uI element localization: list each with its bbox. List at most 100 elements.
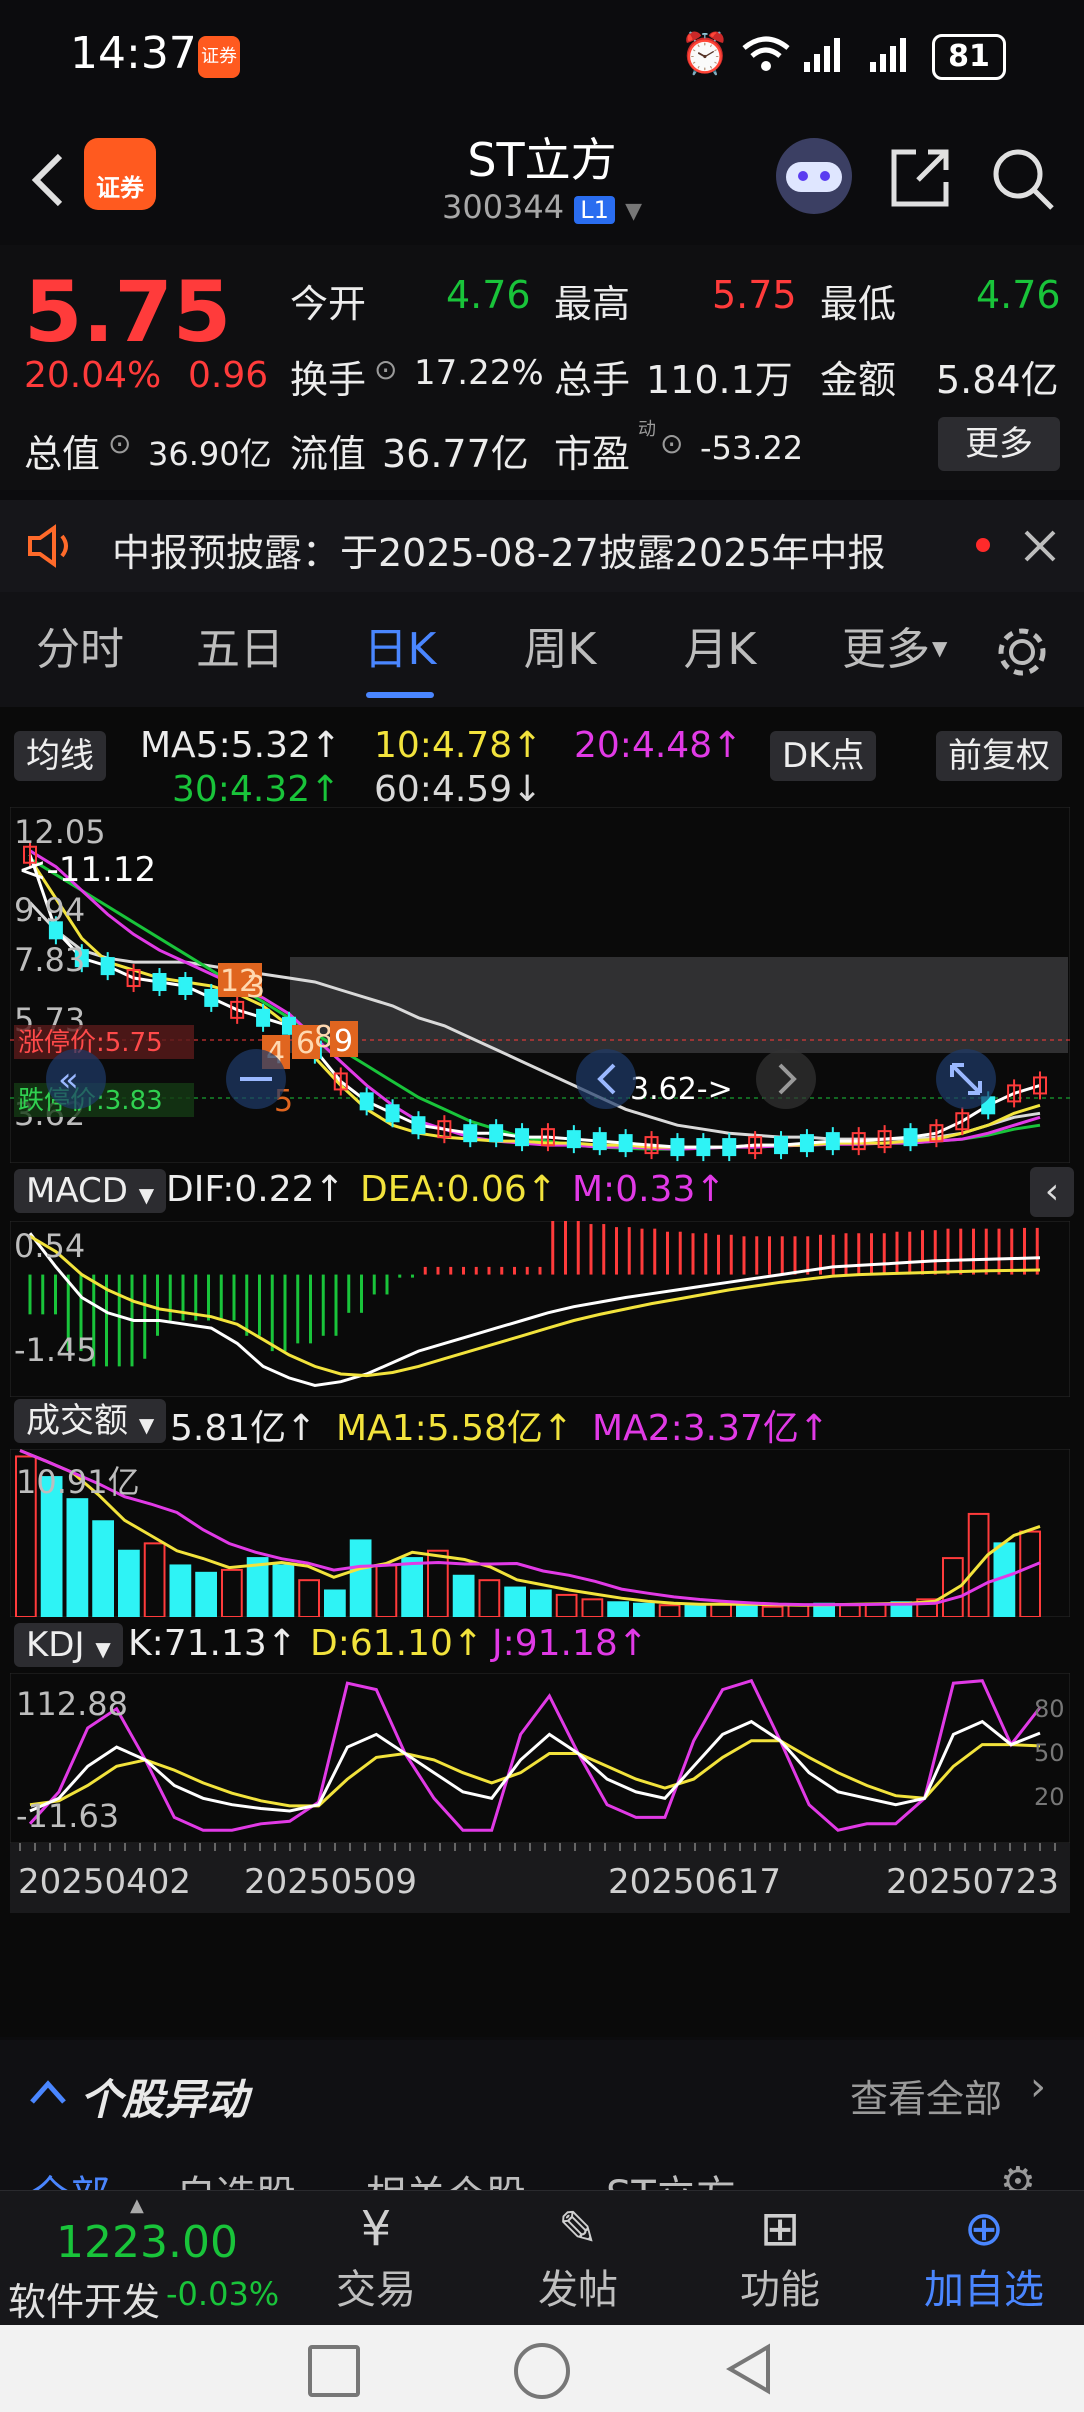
dk-point-button[interactable]: DK点 — [770, 731, 877, 781]
sector-index-widget[interactable]: ▲ 1223.00 软件开发 -0.03% — [0, 2191, 300, 2326]
candle-body — [592, 1132, 607, 1151]
share-icon[interactable] — [888, 146, 952, 210]
tab-five-day[interactable]: 五日 — [180, 592, 300, 707]
candle-body — [825, 1132, 840, 1151]
pe-superscript: 动 — [638, 419, 656, 440]
search-icon[interactable] — [990, 146, 1056, 212]
candle-body — [178, 976, 193, 995]
scroll-right-button[interactable] — [756, 1049, 816, 1109]
x-axis: 20250402 20250509 20250617 20250723 — [10, 1843, 1070, 1913]
activity-subtabs: 全部 自选股 相关个股 ST立方 ⚙ — [0, 2145, 1084, 2190]
candle-body — [670, 1138, 685, 1157]
low-value: 4.76 — [976, 273, 1061, 317]
tab-monthly-k[interactable]: 月K — [660, 592, 780, 707]
battery-indicator: 81 — [932, 34, 1006, 80]
adjust-button[interactable]: 前复权 — [936, 731, 1062, 781]
active-tab-indicator — [366, 692, 434, 698]
subtab-related[interactable]: 相关个股 — [366, 2163, 526, 2190]
tab-more[interactable]: 更多 — [826, 592, 946, 707]
ma-button[interactable]: 均线 — [14, 731, 106, 781]
filter-gear-icon[interactable]: ⚙ — [1000, 2159, 1036, 2190]
tab-daily-k[interactable]: 日K — [340, 592, 460, 707]
home-icon[interactable] — [514, 2343, 570, 2399]
volume-bar — [324, 1589, 346, 1617]
candle-body — [618, 1134, 633, 1153]
float-cap-value: 36.77亿 — [382, 432, 529, 476]
back-nav-icon[interactable] — [722, 2341, 774, 2397]
max-price-annotation: <-11.12 — [18, 850, 156, 890]
info-icon[interactable]: ⊙ — [660, 427, 683, 460]
chevron-right-icon: › — [1030, 2064, 1046, 2110]
trade-icon: ¥ — [360, 2201, 392, 2257]
macd-label: MACD — [26, 1171, 128, 1211]
subtab-stock[interactable]: ST立方 — [606, 2163, 736, 2190]
dropdown-icon[interactable]: ▼ — [625, 199, 642, 224]
scroll-left-button[interactable] — [576, 1049, 636, 1109]
pe-value: -53.22 — [700, 429, 804, 467]
market-cap-label: 总值 — [24, 432, 101, 476]
volume-bar — [169, 1564, 192, 1617]
grid-icon: ⊞ — [759, 2201, 801, 2257]
dropdown-icon: ▼ — [95, 1637, 111, 1661]
more-button[interactable]: 更多 — [938, 417, 1060, 471]
nav-add-watchlist[interactable]: ⊕ 加自选 — [904, 2201, 1064, 2315]
info-icon[interactable]: ⊙ — [374, 353, 397, 386]
period-tabs: 分时 五日 日K 周K 月K 更多 ▼ — [0, 592, 1084, 707]
stock-code: 300344 — [441, 188, 565, 226]
macd-selector[interactable]: MACD ▼ — [14, 1169, 167, 1213]
notice-text: 中报预披露：于2025-08-27披露2025年中报 — [112, 531, 886, 575]
kline-chart[interactable]: 12.05 9.94 7.83 5.73 3.62 <-11.12 3.62->… — [10, 807, 1070, 1163]
volume-bar — [530, 1589, 552, 1617]
volume-bar — [684, 1604, 707, 1617]
add-circle-icon: ⊕ — [963, 2201, 1005, 2257]
chart-area[interactable]: 均线 MA5:5.32↑ 10:4.78↑ 20:4.48↑ 30:4.32↑ … — [0, 707, 1084, 2037]
assistant-robot-icon[interactable] — [776, 138, 852, 214]
view-all-link[interactable]: 查看全部 — [850, 2068, 1002, 2123]
candle-body — [696, 1138, 711, 1157]
j-label: J:91.18↑ — [492, 1623, 648, 1664]
subtab-watchlist[interactable]: 自选股 — [176, 2163, 296, 2190]
volume-selector[interactable]: 成交额 ▼ — [14, 1399, 167, 1443]
current-price: 5.75 — [24, 263, 232, 361]
volume-bar — [195, 1571, 217, 1617]
sector-name: 软件开发 — [8, 2280, 161, 2324]
ma60-label: 60:4.59↓ — [374, 769, 543, 810]
chevron-up-icon[interactable] — [28, 2076, 68, 2106]
collapse-panel-button[interactable]: ‹ — [1030, 1167, 1074, 1217]
candle-body — [256, 1008, 271, 1027]
candle-body — [411, 1116, 426, 1135]
settings-gear-icon[interactable] — [992, 622, 1052, 682]
nav-trade-label: 交易 — [336, 2267, 416, 2313]
kdj-selector[interactable]: KDJ ▼ — [14, 1623, 123, 1667]
notice-bar[interactable]: 中报预披露：于2025-08-27披露2025年中报 — [0, 500, 1084, 592]
macd-chart[interactable]: 0.54 -1.45 — [10, 1221, 1070, 1397]
m-label: M:0.33↑ — [572, 1169, 726, 1210]
volume-chart[interactable]: 10.91亿 — [10, 1449, 1070, 1617]
kdj-tick-20: 20 — [1034, 1783, 1065, 1811]
nav-post[interactable]: ✎ 发帖 — [498, 2201, 658, 2315]
signal-icon-1 — [804, 38, 840, 72]
kdj-y-tick-top: 112.88 — [16, 1685, 128, 1723]
volume-bar — [272, 1564, 295, 1617]
tab-intraday[interactable]: 分时 — [20, 592, 140, 707]
macd-y-tick-bottom: -1.45 — [14, 1331, 97, 1369]
min-price-annotation: 3.62-> — [630, 1072, 733, 1107]
close-icon[interactable] — [1022, 528, 1058, 564]
ma5-label: MA5:5.32↑ — [140, 725, 342, 766]
pe-label: 市盈 — [554, 432, 631, 476]
subtab-all[interactable]: 全部 — [30, 2163, 110, 2190]
amount-label: 金额 — [820, 358, 897, 402]
recent-apps-icon[interactable] — [308, 2345, 360, 2397]
nav-trade[interactable]: ¥ 交易 — [296, 2201, 456, 2315]
double-left-icon: « — [58, 1060, 79, 1100]
kdj-chart[interactable]: 112.88 -11.63 80 50 20 — [10, 1673, 1070, 1843]
info-icon[interactable]: ⊙ — [108, 427, 131, 460]
open-value: 4.76 — [446, 273, 531, 317]
level-badge: L1 — [574, 196, 615, 224]
nav-function[interactable]: ⊞ 功能 — [700, 2201, 860, 2315]
candle-body — [463, 1124, 478, 1143]
tab-weekly-k[interactable]: 周K — [500, 592, 620, 707]
high-value: 5.75 — [712, 273, 797, 317]
volume-bar — [736, 1604, 758, 1617]
signal-icon-2 — [870, 38, 906, 72]
